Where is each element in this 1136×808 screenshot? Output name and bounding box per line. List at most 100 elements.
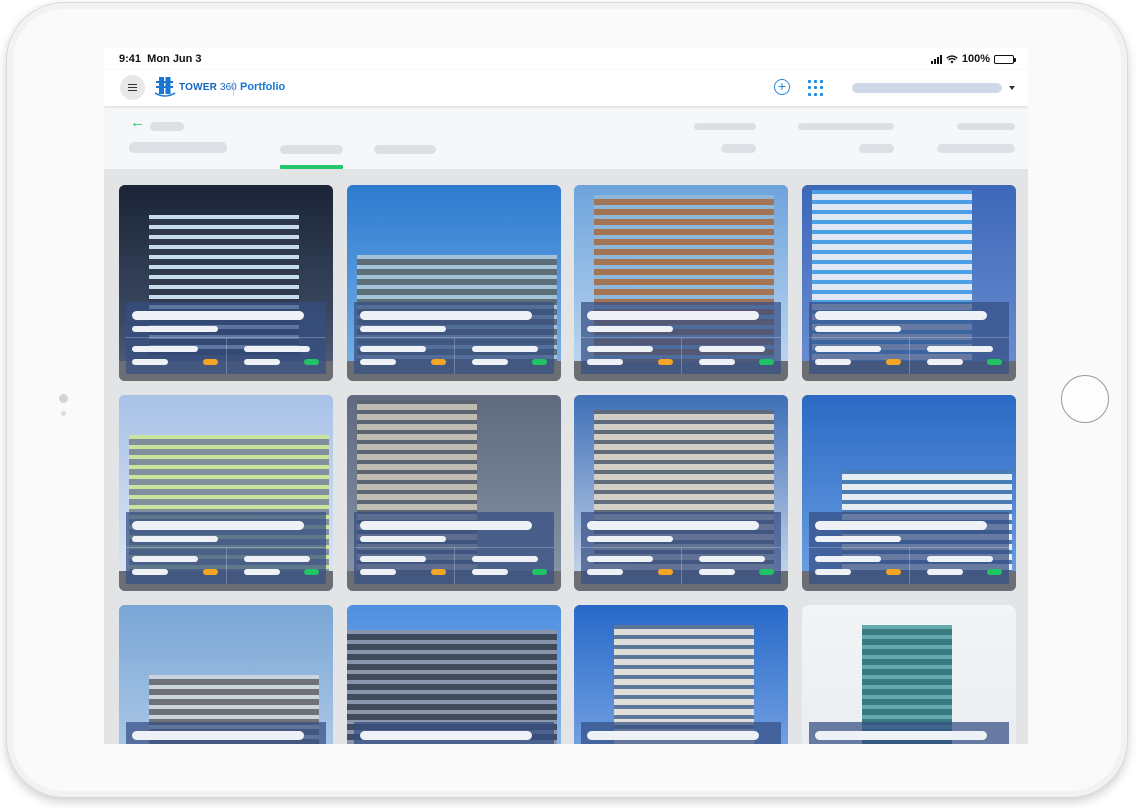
property-card[interactable] [346,605,561,744]
property-address-placeholder [359,326,446,332]
property-address-placeholder [814,326,901,332]
stat-value-placeholder [859,144,894,153]
status-pill-left [203,569,218,575]
property-info-overlay [353,512,554,584]
stat-label-placeholder [694,123,756,130]
status-pill-left [885,569,901,575]
property-name-placeholder [359,731,532,740]
property-card[interactable] [801,185,1016,381]
property-name-placeholder [814,311,987,320]
property-name-placeholder [587,731,759,740]
top-nav: TOWER 360 Portfolio + [104,70,1028,106]
metric-label-placeholder [926,556,993,562]
tab-active-placeholder[interactable] [280,145,343,154]
tab-placeholder[interactable] [374,145,436,154]
property-name-placeholder [814,731,987,740]
property-card[interactable] [574,185,788,381]
menu-icon [128,84,137,91]
property-name-placeholder [587,521,759,530]
status-pill-right [986,569,1002,575]
app-screen: 9:41 Mon Jun 3 100% TOWER 360 Portfolio … [104,48,1028,744]
info-divider-vertical [226,548,227,584]
info-divider-vertical [908,548,910,584]
stat-label-placeholder [957,123,1015,130]
time-text: 9:41 [119,53,142,65]
logo-number: 360 [220,81,237,93]
front-camera [59,394,68,403]
chevron-down-icon[interactable] [1009,86,1015,90]
property-card[interactable] [119,395,333,591]
metric-label-placeholder [359,556,426,562]
property-card[interactable] [801,605,1016,744]
property-card[interactable] [346,185,561,381]
stat-label-placeholder [798,123,894,130]
status-pill-left [430,569,446,575]
metric-value-placeholder [244,569,280,575]
metric-value-placeholder [132,569,168,575]
active-tab-indicator [280,165,343,169]
property-info-overlay [353,722,554,744]
status-pill-right [759,569,774,575]
status-pill-right [986,359,1002,365]
account-selector[interactable] [852,83,1002,93]
metric-label-placeholder [814,556,881,562]
metric-label-placeholder [132,346,198,352]
menu-button[interactable] [120,75,145,100]
status-pill-left [203,359,218,365]
home-button[interactable] [1061,375,1109,423]
section-title: Portfolio [240,81,286,93]
property-address-placeholder [132,326,218,332]
status-pill-right [304,359,319,365]
metric-label-placeholder [359,346,426,352]
property-card[interactable] [119,605,333,744]
metric-label-placeholder [814,346,881,352]
metric-value-placeholder [814,569,851,575]
status-pill-right [304,569,319,575]
metric-label-placeholder [699,346,765,352]
metric-label-placeholder [699,556,765,562]
property-address-placeholder [587,326,673,332]
property-card[interactable] [574,605,788,744]
property-name-placeholder [359,521,532,530]
metric-label-placeholder [587,556,653,562]
metric-label-placeholder [471,346,538,352]
wifi-icon [946,54,958,63]
metric-label-placeholder [244,556,310,562]
date-text: Mon Jun 3 [147,53,202,65]
logo-word: TOWER [179,81,218,93]
metric-value-placeholder [244,359,280,365]
metric-value-placeholder [926,359,963,365]
portfolio-header: ← [104,106,1028,170]
metric-value-placeholder [132,359,168,365]
metric-label-placeholder [471,556,538,562]
status-pill-right [531,569,547,575]
back-arrow-icon[interactable]: ← [130,115,145,130]
metric-value-placeholder [699,569,735,575]
metric-value-placeholder [699,359,735,365]
status-pill-right [531,359,547,365]
sensor-dot [61,411,66,416]
page-title-placeholder [129,142,227,153]
property-card[interactable] [801,395,1016,591]
metric-value-placeholder [814,359,851,365]
apps-grid-icon[interactable] [808,80,824,96]
property-info-overlay [353,302,554,374]
property-address-placeholder [132,536,218,542]
add-circle-icon[interactable]: + [774,79,790,95]
property-card[interactable] [346,395,561,591]
info-divider-vertical [453,338,455,374]
property-card[interactable] [574,395,788,591]
status-time: 9:41 Mon Jun 3 [119,53,202,65]
metric-label-placeholder [244,346,310,352]
stat-value-placeholder [937,144,1015,153]
status-right: 100% [930,53,1016,65]
metric-value-placeholder [359,359,396,365]
app-logo[interactable]: TOWER 360 [154,76,237,98]
property-name-placeholder [587,311,759,320]
property-card[interactable] [119,185,333,381]
property-info-overlay [808,302,1009,374]
property-info-overlay [126,302,326,374]
property-name-placeholder [814,521,987,530]
info-divider-vertical [226,338,227,374]
status-pill-left [658,359,673,365]
